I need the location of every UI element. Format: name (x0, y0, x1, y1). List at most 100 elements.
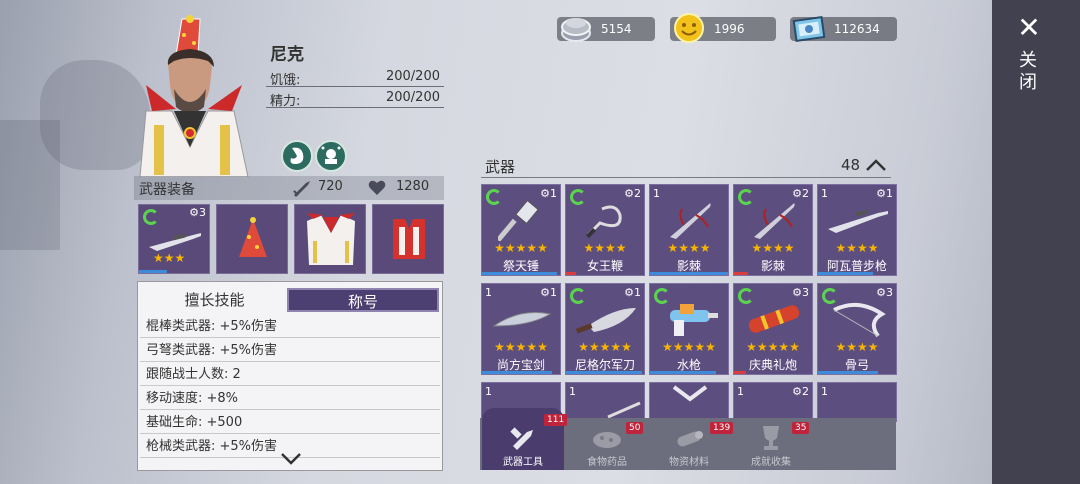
equip-slot-hat[interactable] (216, 204, 288, 274)
weapon-card[interactable]: 1 ⚙1 ★★★★ 阿瓦普步枪 (817, 184, 897, 276)
blade-icon (607, 401, 641, 419)
weapon-card[interactable]: 1 ★★★★ 影棘 (649, 184, 729, 276)
weapon-card[interactable] (649, 382, 729, 422)
skill-row: 基础生命: +500 (140, 412, 440, 434)
weapons-header: 武器 48 (481, 154, 891, 178)
durability-bar (818, 371, 878, 374)
weapons-count: 48 (841, 156, 861, 174)
item-count: 1 (821, 187, 828, 200)
gear-level: ⚙3 (876, 286, 893, 299)
durability-bar (482, 272, 557, 275)
weapon-card[interactable]: ⚙2 ★★★★ 女王鞭 (565, 184, 645, 276)
gear-level: ⚙1 (624, 286, 641, 299)
silver-coins-icon (561, 18, 591, 42)
durability-bar (139, 270, 167, 273)
gold-coins-value: 1996 (714, 22, 745, 36)
equip-slot-coat[interactable] (294, 204, 366, 274)
weapon-name: 女王鞭 (586, 259, 623, 273)
weapon-card[interactable]: 1 (817, 382, 897, 422)
durability-bar (650, 272, 728, 275)
stomach-buff-icon[interactable] (281, 140, 313, 172)
shadow-thorn-icon (670, 203, 711, 239)
weapon-stars: ★★★★ (667, 241, 711, 255)
gold-coin-icon (674, 13, 704, 43)
weapon-stars: ★★★★★ (494, 340, 548, 354)
tab-label: 食物药品 (587, 457, 627, 468)
heart-icon (368, 180, 386, 195)
durability-bar (566, 371, 642, 374)
weapon-card[interactable]: ⚙1 ★★★★★ 尼格尔军刀 (565, 283, 645, 375)
equipment-header: 武器装备 720 1280 (134, 176, 444, 200)
tab-materials[interactable]: 139 物资材料 (648, 418, 734, 470)
skill-row: 跟随战士人数: 2 (140, 364, 440, 386)
background-figure-left (0, 120, 60, 250)
weapon-card[interactable]: ⚙3 ★★★★★ 庆典礼炮 (733, 283, 813, 375)
weapon-tool-icon (510, 427, 533, 450)
energy-label: 精力: (270, 94, 301, 109)
celebration-cannon-icon (748, 305, 800, 333)
whip-icon (586, 205, 622, 238)
hammer-icon (498, 201, 539, 241)
weapon-card[interactable]: 1 ⚙1 ★★★★★ 尚方宝剑 (481, 283, 561, 375)
item-count: 1 (653, 187, 660, 200)
skill-row: 棍棒类武器: +5%伤害 (140, 316, 440, 338)
weapon-stars: ★★★★★ (746, 340, 800, 354)
currency-tickets: 112634 (790, 16, 897, 42)
weapon-card[interactable]: ⚙1 ★★★★★ 祭天锤 (481, 184, 561, 276)
chevron-down-icon (672, 385, 708, 402)
bone-bow-icon (833, 302, 886, 338)
right-sidebar: ✕ 关闭 (992, 0, 1080, 484)
weapon-card[interactable]: ★★★★★ 水枪 (649, 283, 729, 375)
item-count: 1 (569, 385, 576, 398)
food-icon (593, 432, 621, 448)
hunger-stat: 饥饿: 200/200 (266, 66, 444, 88)
tab-food-medicine[interactable]: 50 食物药品 (566, 418, 648, 470)
chevron-up-icon[interactable] (865, 156, 887, 174)
weapon-stars: ★★★★★ (494, 241, 548, 255)
close-button-label[interactable]: 关闭 (1017, 50, 1039, 94)
weapons-title: 武器 (485, 158, 516, 176)
currency-gold: 1996 (670, 13, 776, 43)
tab-title[interactable]: 称号 (287, 288, 439, 312)
machete-icon (575, 308, 636, 334)
fish-sword-icon (492, 312, 552, 327)
character-portrait (139, 15, 249, 177)
wood-log-icon (677, 431, 703, 447)
tab-achievements[interactable]: 35 成就收集 (730, 418, 812, 470)
party-hat-icon (239, 217, 267, 257)
weapon-card[interactable]: 1 ⚙2 (733, 382, 813, 422)
weapon-stars: ★★★★★ (578, 340, 632, 354)
durability-bar (566, 272, 576, 275)
tab-skills[interactable]: 擅长技能 (142, 288, 287, 312)
equip-slot-vest[interactable] (372, 204, 444, 274)
skill-row: 移动速度: +8% (140, 388, 440, 410)
equipment-title: 武器装备 (139, 182, 195, 198)
coat-icon (307, 213, 355, 265)
durability-bar (734, 272, 748, 275)
recycle-icon (143, 209, 159, 225)
durability-bar (734, 371, 746, 374)
hunger-value: 200/200 (385, 69, 440, 84)
item-count: 1 (821, 385, 828, 398)
chevron-down-icon[interactable] (280, 451, 302, 467)
tab-badge: 50 (626, 422, 644, 434)
tab-weapons-tools[interactable]: 111 武器工具 (482, 408, 568, 470)
rest-buff-icon[interactable] (315, 140, 347, 172)
weapon-stars: ★★★★ (583, 241, 627, 255)
sniper-rifle-icon (149, 233, 201, 251)
equip-slot-weapon[interactable]: ⚙3 ★★★ (138, 204, 210, 274)
tab-badge: 35 (792, 422, 810, 434)
photo-ticket-icon (792, 16, 826, 42)
tab-label: 成就收集 (751, 457, 791, 468)
weapon-card[interactable]: 1 (565, 382, 645, 422)
attack-value: 720 (318, 179, 343, 194)
skill-row: 弓弩类武器: +5%伤害 (140, 340, 440, 362)
item-count: 1 (485, 286, 492, 299)
weapon-card[interactable]: ⚙2 ★★★★ 影棘 (733, 184, 813, 276)
weapon-card[interactable]: ⚙3 ★★★★ 骨弓 (817, 283, 897, 375)
vest-icon (393, 219, 425, 259)
gear-level: ⚙1 (876, 187, 893, 200)
close-icon[interactable]: ✕ (1015, 14, 1043, 42)
energy-stat: 精力: 200/200 (266, 87, 444, 109)
gear-level: ⚙3 (189, 206, 206, 219)
